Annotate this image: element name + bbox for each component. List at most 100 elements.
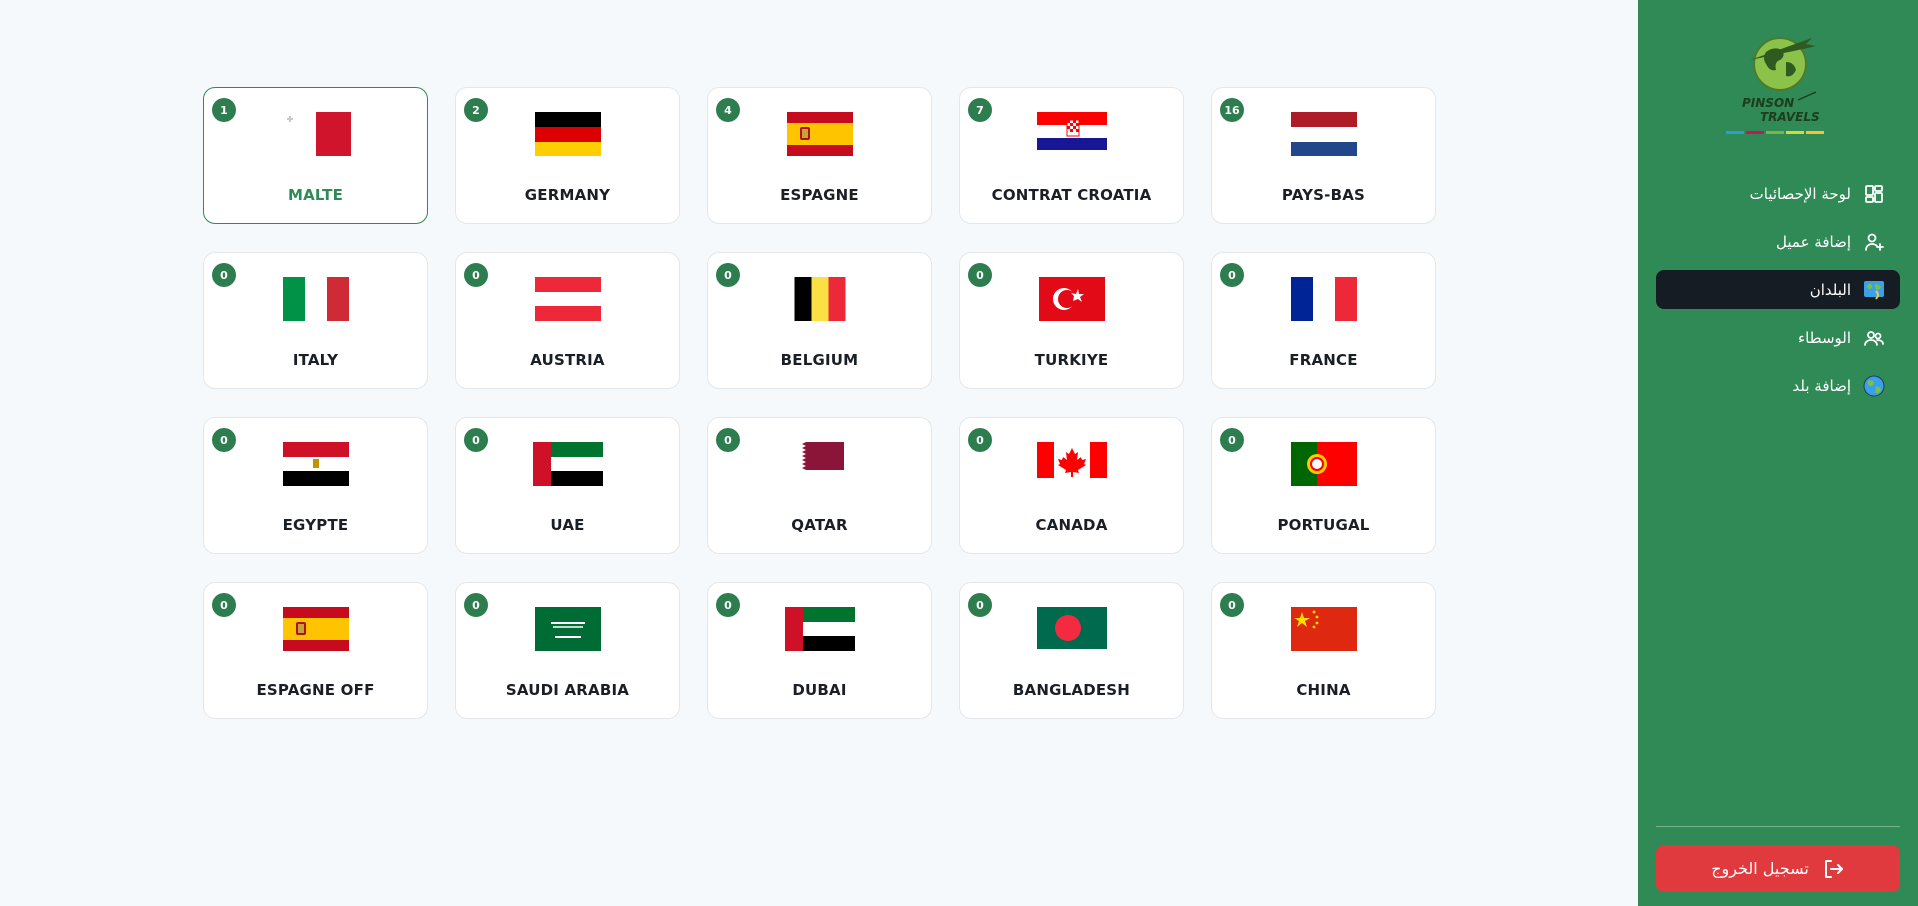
- sidebar-item-countries[interactable]: البلدان: [1656, 270, 1900, 309]
- client-count-badge: 16: [1220, 98, 1244, 122]
- country-card[interactable]: 0 FRANCE: [1211, 252, 1436, 389]
- logout-button[interactable]: تسجيل الخروج: [1656, 845, 1900, 892]
- portugal-flag-icon: [1290, 442, 1357, 490]
- country-card[interactable]: 1 MALTE: [203, 87, 428, 224]
- pinson-travels-logo: PINSON TRAVELS: [1726, 37, 1824, 134]
- country-card[interactable]: 0 DUBAI: [707, 582, 932, 719]
- client-count-badge: 0: [464, 428, 488, 452]
- sidebar-nav: لوحة الإحصائيات إضافة عميل البلدان الوسطاء إ…: [1656, 174, 1900, 414]
- canada-flag-icon: [1036, 442, 1107, 482]
- country-name: DUBAI: [792, 681, 847, 699]
- client-count-badge: 0: [212, 428, 236, 452]
- qatar-flag-icon: [795, 442, 844, 474]
- sidebar-item-add-country[interactable]: إضافة بلد: [1656, 366, 1900, 405]
- country-card[interactable]: 0 CHINA: [1211, 582, 1436, 719]
- add-user-icon: [1863, 231, 1885, 253]
- client-count-badge: 0: [212, 263, 236, 287]
- sidebar-divider: [1656, 826, 1900, 827]
- country-name: ITALY: [292, 351, 339, 369]
- sidebar-item-add-client[interactable]: إضافة عميل: [1656, 222, 1900, 261]
- country-card[interactable]: 0 BANGLADESH: [959, 582, 1184, 719]
- country-card[interactable]: 7 CONTRAT CROATIA: [959, 87, 1184, 224]
- client-count-badge: 7: [968, 98, 992, 122]
- logo-text-travels: TRAVELS: [1760, 110, 1820, 124]
- spain-flag-icon: [282, 607, 349, 655]
- users-icon: [1863, 327, 1885, 349]
- saudi-arabia-flag-icon: [534, 607, 601, 655]
- sidebar-item-agents[interactable]: الوسطاء: [1656, 318, 1900, 357]
- client-count-badge: 0: [1220, 593, 1244, 617]
- logout-icon: [1824, 859, 1843, 878]
- logo-text-pinson: PINSON: [1742, 96, 1794, 110]
- bangladesh-flag-icon: [1036, 607, 1107, 653]
- sidebar-item-label: إضافة بلد: [1792, 376, 1851, 395]
- country-name: CONTRAT CROATIA: [991, 186, 1152, 204]
- client-count-badge: 0: [716, 263, 740, 287]
- country-name: GERMANY: [524, 186, 611, 204]
- country-card[interactable]: 0 AUSTRIA: [455, 252, 680, 389]
- country-name: QATAR: [791, 516, 848, 534]
- client-count-badge: 0: [968, 593, 992, 617]
- country-name: BELGIUM: [780, 351, 859, 369]
- client-count-badge: 0: [212, 593, 236, 617]
- country-name: BANGLADESH: [1012, 681, 1131, 699]
- sidebar-item-dashboard[interactable]: لوحة الإحصائيات: [1656, 174, 1900, 213]
- country-name: MALTE: [287, 186, 344, 204]
- client-count-badge: 0: [464, 593, 488, 617]
- world-map-icon: [1863, 279, 1885, 301]
- italy-flag-icon: [282, 277, 349, 325]
- austria-flag-icon: [534, 277, 601, 325]
- country-name: FRANCE: [1289, 351, 1358, 369]
- malta-flag-icon: [281, 112, 351, 160]
- uae-flag-icon: [784, 607, 855, 655]
- croatia-flag-icon: [1036, 112, 1107, 154]
- france-flag-icon: [1290, 277, 1357, 325]
- country-card[interactable]: 4 ESPAGNE: [707, 87, 932, 224]
- country-card[interactable]: 16 PAYS-BAS: [1211, 87, 1436, 224]
- client-count-badge: 0: [968, 263, 992, 287]
- netherlands-flag-icon: [1290, 112, 1357, 160]
- spain-flag-icon: [786, 112, 853, 160]
- country-name: SAUDI ARABIA: [505, 681, 630, 699]
- client-count-badge: 2: [464, 98, 488, 122]
- country-name: TURKIYE: [1034, 351, 1109, 369]
- client-count-badge: 0: [968, 428, 992, 452]
- country-card[interactable]: 0 PORTUGAL: [1211, 417, 1436, 554]
- country-card[interactable]: 0 TURKIYE: [959, 252, 1184, 389]
- country-name: PAYS-BAS: [1281, 186, 1366, 204]
- country-card[interactable]: 0 ITALY: [203, 252, 428, 389]
- client-count-badge: 4: [716, 98, 740, 122]
- client-count-badge: 0: [1220, 263, 1244, 287]
- sidebar-item-label: لوحة الإحصائيات: [1749, 184, 1851, 203]
- china-flag-icon: [1290, 607, 1357, 655]
- country-card[interactable]: 0 EGYPTE: [203, 417, 428, 554]
- turkey-flag-icon: [1038, 277, 1105, 325]
- sidebar-item-label: البلدان: [1809, 280, 1851, 299]
- country-name: EGYPTE: [282, 516, 349, 534]
- client-count-badge: 0: [716, 428, 740, 452]
- country-card[interactable]: 0 QATAR: [707, 417, 932, 554]
- country-name: AUSTRIA: [530, 351, 605, 369]
- egypt-flag-icon: [282, 442, 349, 490]
- sidebar: PINSON TRAVELS لوحة الإحصائيات إضافة عميل…: [1638, 0, 1918, 906]
- country-name: CANADA: [1035, 516, 1108, 534]
- country-name: ESPAGNE: [780, 186, 859, 204]
- country-card[interactable]: 0 UAE: [455, 417, 680, 554]
- country-card[interactable]: 0 ESPAGNE OFF: [203, 582, 428, 719]
- sidebar-item-label: إضافة عميل: [1776, 232, 1851, 251]
- country-card[interactable]: 2 GERMANY: [455, 87, 680, 224]
- country-name: CHINA: [1296, 681, 1351, 699]
- sidebar-item-label: الوسطاء: [1798, 328, 1851, 347]
- client-count-badge: 1: [212, 98, 236, 122]
- country-name: UAE: [550, 516, 585, 534]
- country-card[interactable]: 0 SAUDI ARABIA: [455, 582, 680, 719]
- logout-label: تسجيل الخروج: [1711, 859, 1809, 878]
- globe-icon: [1863, 375, 1885, 397]
- country-name: ESPAGNE OFF: [256, 681, 375, 699]
- germany-flag-icon: [534, 112, 605, 160]
- country-name: PORTUGAL: [1277, 516, 1370, 534]
- country-card[interactable]: 0 CANADA: [959, 417, 1184, 554]
- country-card[interactable]: 0 BELGIUM: [707, 252, 932, 389]
- client-count-badge: 0: [464, 263, 488, 287]
- dashboard-icon: [1863, 183, 1885, 205]
